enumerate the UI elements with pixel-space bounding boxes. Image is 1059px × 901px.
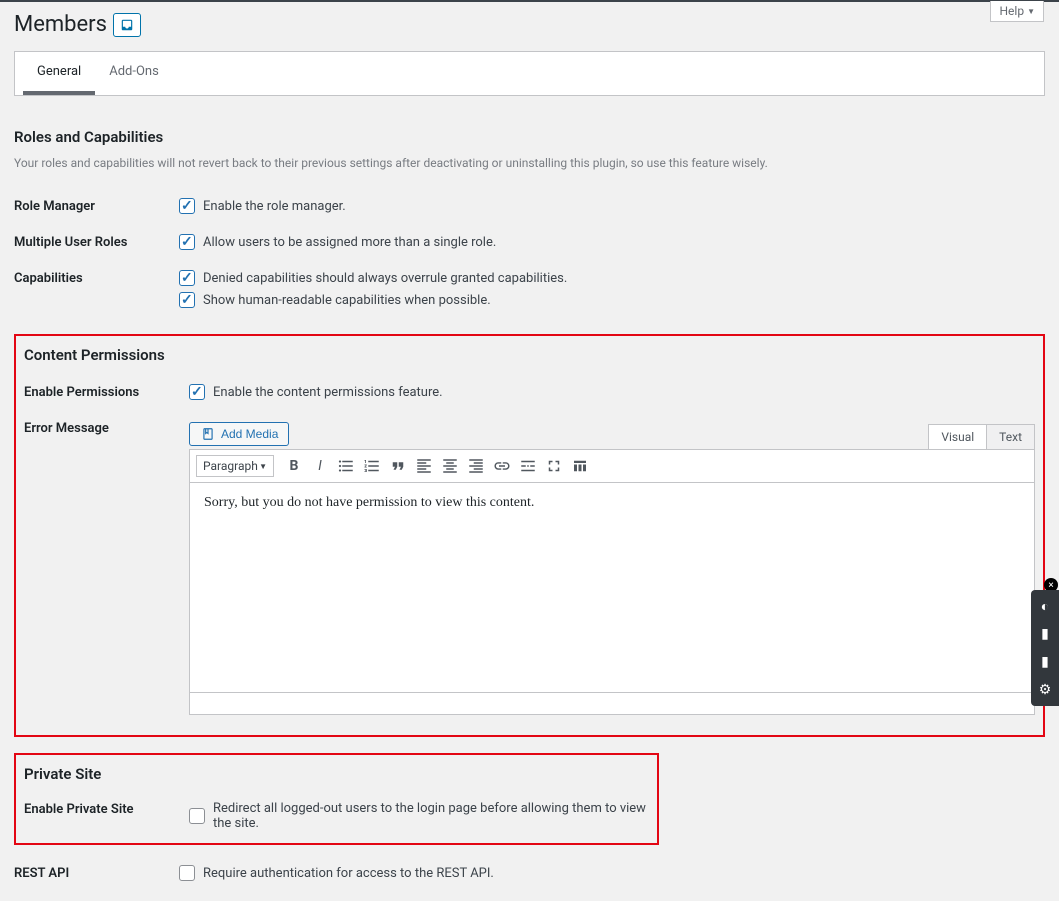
toolbar-toggle-button[interactable]: [568, 454, 592, 478]
row-capabilities: Capabilities Denied capabilities should …: [14, 260, 1045, 318]
editor: Add Media Visual Text Paragraph B I: [189, 422, 1035, 715]
bullet-list-button[interactable]: [334, 454, 358, 478]
checkbox-rest-api[interactable]: Require authentication for access to the…: [179, 865, 1045, 881]
checkbox-enable-private[interactable]: Redirect all logged-out users to the log…: [189, 801, 649, 831]
checkbox-enable-private-input[interactable]: [189, 808, 205, 824]
row-multiple-user-roles: Multiple User Roles Allow users to be as…: [14, 224, 1045, 260]
checkbox-enable-permissions[interactable]: Enable the content permissions feature.: [189, 384, 1035, 400]
editor-status-bar: [189, 693, 1035, 715]
label-role-manager: Role Manager: [14, 198, 179, 214]
editor-toolbar: Paragraph B I: [189, 449, 1035, 483]
checkbox-denied-caps-input[interactable]: [179, 270, 195, 286]
checkbox-multi-roles-input[interactable]: [179, 234, 195, 250]
checkbox-enable-permissions-input[interactable]: [189, 384, 205, 400]
side-widget-item-3[interactable]: ▮: [1035, 652, 1055, 672]
checkbox-multi-roles-label: Allow users to be assigned more than a s…: [203, 235, 496, 250]
inbox-icon[interactable]: [113, 13, 141, 37]
side-widget-item-1[interactable]: ◐: [1035, 596, 1055, 616]
row-rest-api: REST API Require authentication for acce…: [14, 855, 1045, 891]
add-media-label: Add Media: [221, 427, 278, 441]
add-media-button[interactable]: Add Media: [189, 422, 289, 446]
format-select-label: Paragraph: [203, 459, 258, 473]
checkbox-role-manager[interactable]: Enable the role manager.: [179, 198, 1045, 214]
tab-addons[interactable]: Add-Ons: [95, 52, 173, 95]
side-widget-item-2[interactable]: ▮: [1035, 624, 1055, 644]
row-role-manager: Role Manager Enable the role manager.: [14, 188, 1045, 224]
align-right-button[interactable]: [464, 454, 488, 478]
editor-tab-text[interactable]: Text: [986, 424, 1035, 449]
section-roles-title: Roles and Capabilities: [14, 128, 1045, 146]
section-private-title: Private Site: [24, 765, 649, 783]
checkbox-enable-private-label: Redirect all logged-out users to the log…: [213, 801, 649, 831]
row-enable-permissions: Enable Permissions Enable the content pe…: [24, 374, 1035, 410]
row-error-message: Error Message Add Media Visual Text Para…: [24, 410, 1035, 725]
numbered-list-button[interactable]: [360, 454, 384, 478]
media-icon: [200, 427, 216, 441]
section-roles: Roles and Capabilities Your roles and ca…: [14, 128, 1045, 318]
checkbox-role-manager-input[interactable]: [179, 198, 195, 214]
align-center-button[interactable]: [438, 454, 462, 478]
label-enable-private: Enable Private Site: [24, 801, 189, 817]
checkbox-multi-roles[interactable]: Allow users to be assigned more than a s…: [179, 234, 1045, 250]
page-header: Members: [14, 12, 1045, 37]
highlight-content-permissions: Content Permissions Enable Permissions E…: [14, 334, 1045, 737]
help-label: Help: [999, 4, 1024, 18]
label-capabilities: Capabilities: [14, 270, 179, 286]
blockquote-button[interactable]: [386, 454, 410, 478]
page-title: Members: [14, 12, 107, 37]
checkbox-readable-caps-label: Show human-readable capabilities when po…: [203, 293, 491, 308]
help-tab[interactable]: Help: [990, 1, 1044, 22]
italic-button[interactable]: I: [308, 454, 332, 478]
checkbox-rest-api-input[interactable]: [179, 865, 195, 881]
row-enable-private: Enable Private Site Redirect all logged-…: [24, 793, 649, 833]
section-roles-desc: Your roles and capabilities will not rev…: [14, 156, 1045, 170]
editor-content[interactable]: Sorry, but you do not have permission to…: [189, 483, 1035, 693]
checkbox-denied-caps[interactable]: Denied capabilities should always overru…: [179, 270, 1045, 286]
editor-tabs: Visual Text: [189, 424, 1035, 449]
checkbox-denied-caps-label: Denied capabilities should always overru…: [203, 271, 567, 286]
side-widget-item-4[interactable]: ⚙: [1035, 680, 1055, 700]
tabs: General Add-Ons: [14, 51, 1045, 96]
side-widget: ◐ ▮ ▮ ⚙: [1031, 590, 1059, 706]
checkbox-enable-permissions-label: Enable the content permissions feature.: [213, 385, 443, 400]
highlight-private-site: Private Site Enable Private Site Redirec…: [14, 753, 659, 845]
label-multi-roles: Multiple User Roles: [14, 234, 179, 250]
editor-tab-visual[interactable]: Visual: [928, 424, 987, 449]
label-error-message: Error Message: [24, 420, 189, 436]
fullscreen-button[interactable]: [542, 454, 566, 478]
checkbox-readable-caps[interactable]: Show human-readable capabilities when po…: [179, 292, 1045, 308]
read-more-button[interactable]: [516, 454, 540, 478]
label-enable-permissions: Enable Permissions: [24, 384, 189, 400]
link-button[interactable]: [490, 454, 514, 478]
tab-general[interactable]: General: [23, 52, 95, 95]
format-select[interactable]: Paragraph: [196, 455, 274, 477]
label-rest-api: REST API: [14, 865, 179, 881]
checkbox-role-manager-label: Enable the role manager.: [203, 199, 346, 214]
checkbox-readable-caps-input[interactable]: [179, 292, 195, 308]
section-content-title: Content Permissions: [24, 346, 1035, 364]
bold-button[interactable]: B: [282, 454, 306, 478]
checkbox-rest-api-label: Require authentication for access to the…: [203, 866, 494, 881]
align-left-button[interactable]: [412, 454, 436, 478]
